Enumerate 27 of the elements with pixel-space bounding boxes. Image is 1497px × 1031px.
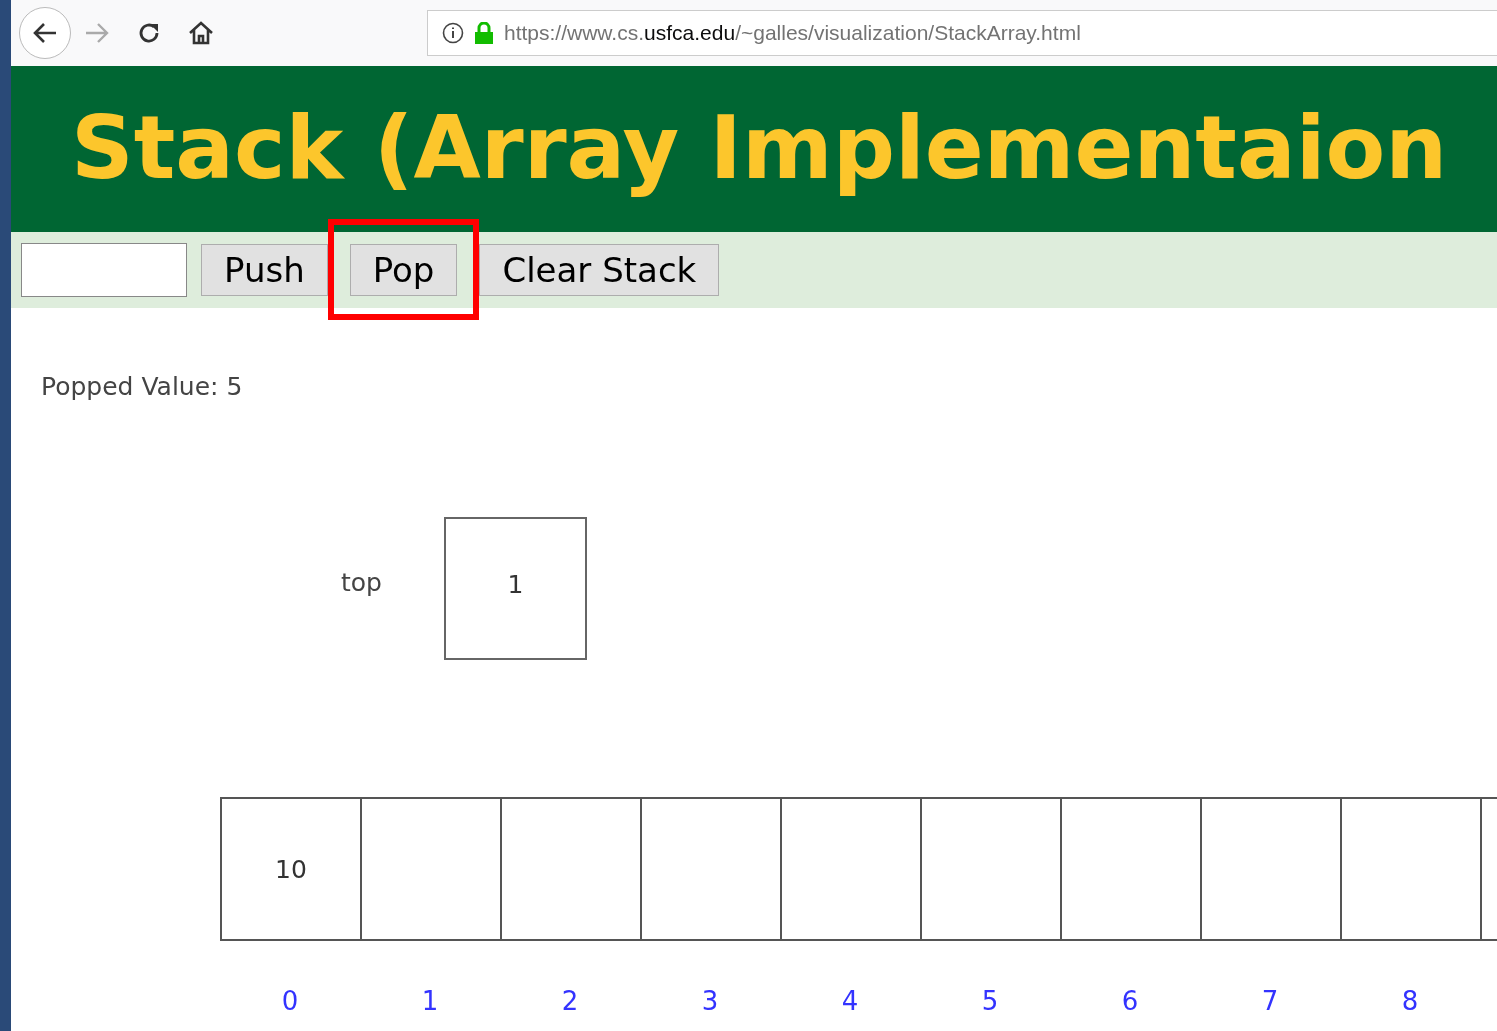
back-arrow-icon [32, 22, 58, 44]
action-button[interactable]: Push [201, 244, 328, 296]
action-button[interactable]: Clear Stack [479, 244, 720, 296]
array-index-label: 4 [840, 986, 860, 1016]
array-index-label: 2 [560, 986, 580, 1016]
array-index-label: 1 [420, 986, 440, 1016]
lock-icon [474, 22, 494, 44]
back-button[interactable] [19, 7, 71, 59]
home-icon [188, 21, 214, 45]
action-button[interactable]: Pop [349, 244, 458, 296]
array-index-label: 3 [700, 986, 720, 1016]
array-index-label: 7 [1260, 986, 1280, 1016]
array-index-label: 8 [1400, 986, 1420, 1016]
array-cell: 10 [220, 797, 362, 941]
page-title: Stack (Array Implementaion [71, 96, 1448, 201]
info-icon [442, 22, 464, 44]
pointer-label: top [341, 568, 382, 597]
status-message: Popped Value: 5 [41, 372, 243, 401]
forward-arrow-icon [84, 22, 110, 44]
reload-icon [137, 21, 161, 45]
array-index-label: 5 [980, 986, 1000, 1016]
url-text: https://www.cs.usfca.edu/~galles/visualization/StackArray.html [504, 21, 1081, 45]
address-bar[interactable]: https://www.cs.usfca.edu/~galles/visualization/StackArray.html [427, 10, 1497, 56]
array-index-label: 0 [280, 986, 300, 1016]
value-input-field[interactable] [21, 243, 187, 297]
top-pointer-box: 1 [444, 517, 587, 660]
array-index-label: 6 [1120, 986, 1140, 1016]
